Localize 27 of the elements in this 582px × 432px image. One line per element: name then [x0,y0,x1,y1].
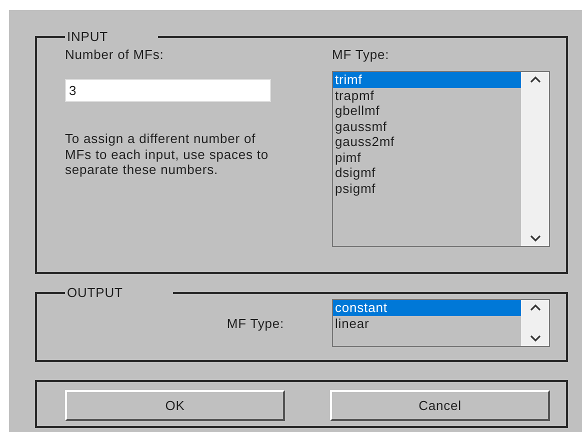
list-item[interactable]: trimf [333,72,521,88]
ok-button[interactable]: OK [65,390,285,421]
cancel-button[interactable]: Cancel [330,390,550,421]
field-label: Number of MFs: [65,48,165,61]
field-label: MF Type: [332,48,390,61]
list-item[interactable]: gbellmf [333,103,521,118]
list-item[interactable]: constant [333,300,521,316]
group-title: INPUT [66,30,109,43]
list-item[interactable]: dsigmf [333,165,521,180]
list-item[interactable]: trapmf [333,88,521,103]
field-label: MF Type: [226,316,284,330]
help-text: To assign a different number of MFs to each input, use spaces to separate these numbers. [65,131,270,178]
scroll-up-icon[interactable] [530,304,540,311]
scrollbar[interactable] [521,72,549,246]
number-field[interactable]: 3 [65,79,271,102]
list-item[interactable]: gaussmf [333,118,521,134]
list-item[interactable]: pimf [333,150,521,165]
list-item[interactable]: gauss2mf [333,134,521,150]
group-title: OUTPUT [66,286,124,299]
scroll-down-icon[interactable] [530,235,540,242]
scroll-down-icon[interactable] [530,335,540,342]
list-item[interactable]: linear [333,316,521,331]
list-box[interactable]: trimf trapmf gbellmf gaussmf gauss2mf pimf dsigmf psigmf [332,71,550,247]
scroll-up-icon[interactable] [530,76,540,83]
scrollbar[interactable] [521,300,549,346]
list-item[interactable]: psigmf [333,180,521,196]
list-box[interactable]: constant linear [332,299,550,347]
